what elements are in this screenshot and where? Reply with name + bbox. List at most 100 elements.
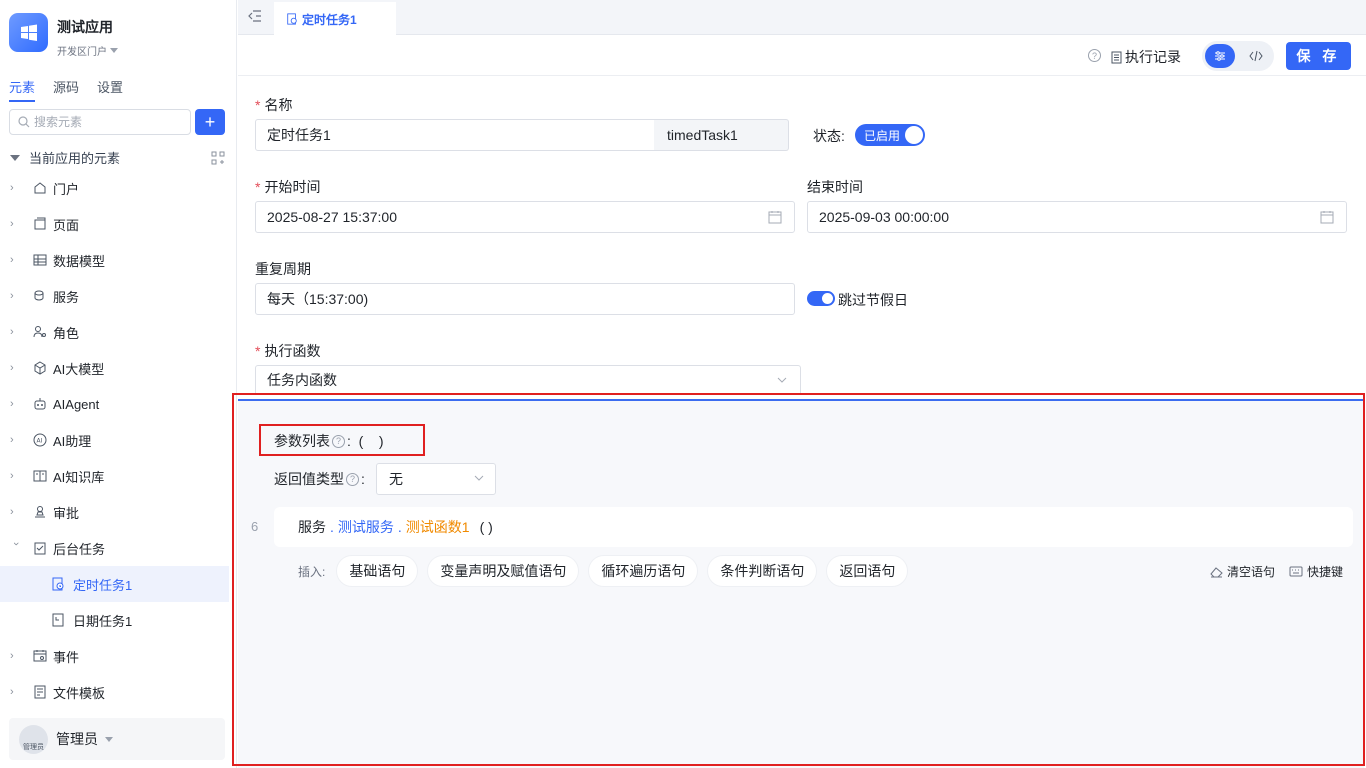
- user-name: 管理员: [56, 731, 98, 747]
- code-icon: [1249, 50, 1263, 62]
- chevron-right-icon: ›: [10, 470, 14, 482]
- tree-item-event[interactable]: › 事件: [0, 638, 229, 674]
- insert-condition-statement-button[interactable]: 条件判断语句: [707, 555, 818, 587]
- line-number: 6: [251, 519, 259, 534]
- help-icon[interactable]: ?: [332, 434, 345, 448]
- tree-item-ai-agent[interactable]: › AIAgent: [0, 386, 229, 422]
- shortcuts-button[interactable]: 快捷键: [1289, 563, 1343, 580]
- status-toggle[interactable]: 已启用: [855, 124, 925, 146]
- chevron-down-icon: [474, 475, 484, 481]
- toolbar: ? 执行记录 保 存: [238, 36, 1366, 76]
- save-button[interactable]: 保 存: [1286, 42, 1351, 70]
- param-list-value[interactable]: ( ): [359, 433, 384, 449]
- start-time-value: 2025-08-27 15:37:00: [267, 209, 397, 225]
- caret-down-icon: [105, 736, 113, 742]
- user-menu[interactable]: 管理员 管理员: [9, 718, 225, 760]
- sidebar: 测试应用 开发区门户 元素 源码 设置 + 当前应用的元素 › 门户 › 页面 …: [0, 0, 237, 768]
- name-input[interactable]: 定时任务1: [255, 119, 655, 151]
- tree-item-ai-model[interactable]: › AI大模型: [0, 350, 229, 386]
- tree-item-file-template[interactable]: › 文件模板: [0, 674, 229, 710]
- tree-item-timed-task[interactable]: 定时任务1: [0, 566, 229, 602]
- env-label: 开发区门户: [57, 47, 107, 58]
- help-icon[interactable]: ?: [346, 472, 359, 486]
- tree-item-label: AI大模型: [53, 361, 105, 377]
- app-name: 测试应用: [57, 19, 113, 35]
- tree-item-label: 数据模型: [53, 253, 106, 269]
- tree-root[interactable]: 当前应用的元素: [10, 148, 225, 167]
- return-type-value: 无: [389, 471, 403, 487]
- return-type-select[interactable]: 无: [376, 463, 496, 495]
- tree-item-data-model[interactable]: › 数据模型: [0, 242, 229, 278]
- code-statement[interactable]: 服务 . 测试服务 . 测试函数1 ( ): [274, 507, 1353, 547]
- name-value: 定时任务1: [267, 127, 331, 143]
- env-selector[interactable]: 开发区门户: [57, 43, 118, 58]
- execution-log-button[interactable]: 执行记录: [1111, 47, 1181, 67]
- tree-item-label: 事件: [53, 649, 80, 665]
- tree-item-ai-assistant[interactable]: › AI AI助理: [0, 422, 229, 458]
- tab-timed-task[interactable]: 定时任务1: [274, 2, 396, 36]
- collapse-sidebar-icon[interactable]: [248, 10, 262, 25]
- element-tree: › 门户 › 页面 › 数据模型 › 服务 › 角色 › AI大模型 › AIA…: [0, 170, 229, 710]
- caret-down-icon: [10, 154, 20, 161]
- visual-mode-button[interactable]: [1205, 44, 1235, 68]
- tree-item-approval[interactable]: › 审批: [0, 494, 229, 530]
- name-label-text: 名称: [264, 97, 293, 113]
- tree-item-role[interactable]: › 角色: [0, 314, 229, 350]
- insert-variable-statement-button[interactable]: 变量声明及赋值语句: [427, 555, 580, 587]
- tree-item-page[interactable]: › 页面: [0, 206, 229, 242]
- param-list-row: 参数列表 ? : ( ): [274, 431, 384, 451]
- tree-item-label: 定时任务1: [73, 577, 133, 593]
- colon: :: [347, 433, 359, 449]
- tree-root-label: 当前应用的元素: [29, 151, 121, 166]
- tree-item-portal[interactable]: › 门户: [0, 170, 229, 206]
- tab-source[interactable]: 源码: [53, 77, 79, 102]
- tree-item-service[interactable]: › 服务: [0, 278, 229, 314]
- end-time-picker[interactable]: 2025-09-03 00:00:00: [807, 201, 1347, 233]
- file-template-icon: [32, 684, 48, 700]
- chevron-right-icon: ›: [10, 326, 14, 338]
- insert-basic-statement-button[interactable]: 基础语句: [336, 555, 419, 587]
- tab-bar: 定时任务1: [238, 0, 1366, 36]
- code-token-args[interactable]: ( ): [480, 519, 493, 535]
- code-mode-button[interactable]: [1241, 44, 1271, 68]
- tree-item-date-task[interactable]: 日期任务1: [0, 602, 229, 638]
- tree-item-label: 页面: [53, 217, 80, 233]
- code-token-service-name[interactable]: 测试服务: [338, 517, 394, 537]
- tree-item-label: AI知识库: [53, 469, 105, 485]
- function-label-text: 执行函数: [264, 343, 321, 359]
- chevron-right-icon: ›: [10, 254, 14, 266]
- tree-item-background-tasks[interactable]: › 后台任务: [0, 530, 229, 566]
- tab-elements[interactable]: 元素: [9, 77, 36, 102]
- event-icon: [32, 648, 48, 664]
- insert-label: 插入:: [298, 564, 326, 579]
- start-time-picker[interactable]: 2025-08-27 15:37:00: [255, 201, 795, 233]
- search-input[interactable]: [34, 115, 174, 129]
- insert-return-statement-button[interactable]: 返回语句: [826, 555, 909, 587]
- code-dot: .: [330, 519, 334, 535]
- repeat-input[interactable]: 每天（15:37:00): [255, 283, 795, 315]
- tab-label: 定时任务1: [302, 12, 357, 27]
- insert-loop-statement-button[interactable]: 循环遍历语句: [588, 555, 699, 587]
- chevron-right-icon: ›: [10, 434, 14, 446]
- shortcut-label: 快捷键: [1307, 565, 1344, 579]
- chevron-right-icon: ›: [10, 362, 14, 374]
- toggle-knob: [905, 126, 923, 144]
- add-element-button[interactable]: +: [195, 109, 225, 135]
- code-token-service[interactable]: 服务: [298, 517, 326, 537]
- app-header: 测试应用 开发区门户: [9, 13, 118, 58]
- chevron-down-icon: [777, 377, 787, 383]
- code-token-function[interactable]: 测试函数1: [406, 517, 470, 537]
- mode-switch: [1202, 41, 1274, 71]
- code-name-value: timedTask1: [667, 127, 738, 143]
- tab-settings[interactable]: 设置: [97, 77, 123, 102]
- tree-item-label: 文件模板: [53, 685, 106, 701]
- cube-icon: [32, 360, 48, 376]
- clear-statements-button[interactable]: 清空语句: [1210, 563, 1275, 580]
- collapse-all-icon[interactable]: [211, 151, 225, 165]
- function-select[interactable]: 任务内函数: [255, 365, 801, 393]
- task-icon: [32, 540, 48, 556]
- search-box: [9, 109, 191, 135]
- tree-item-ai-knowledge[interactable]: › AI知识库: [0, 458, 229, 494]
- help-icon[interactable]: ?: [1088, 49, 1101, 62]
- skip-holiday-toggle[interactable]: [807, 291, 835, 306]
